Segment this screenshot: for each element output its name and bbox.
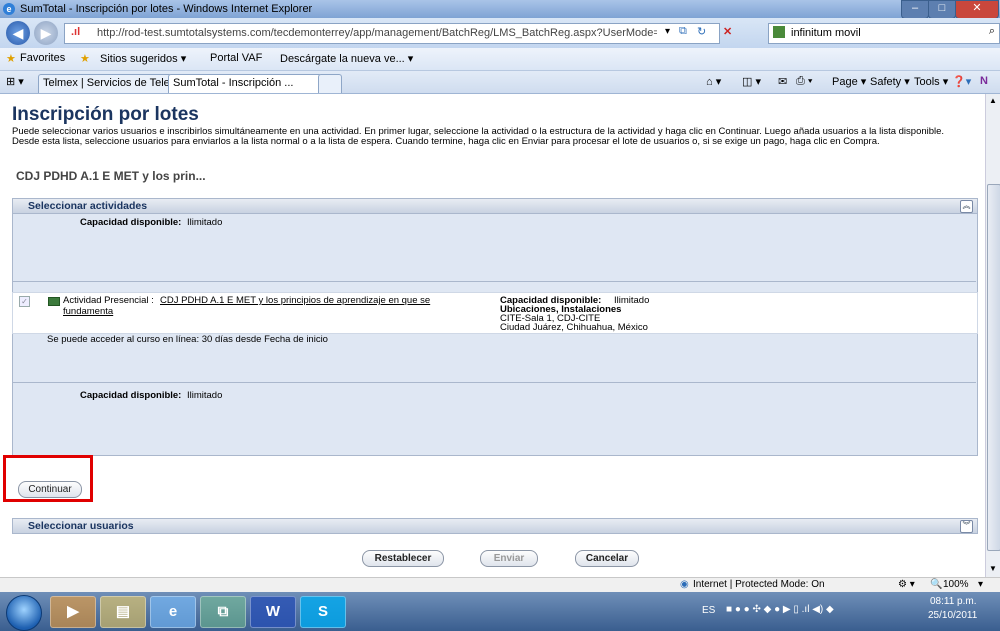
zoom-icon[interactable]: 🔍 — [930, 579, 942, 590]
maximize-button[interactable]: □ — [928, 0, 956, 19]
activities-panel-lower: Capacidad disponible: Ilimitado — [12, 383, 978, 455]
search-text: infinitum movil — [791, 27, 861, 39]
continue-button[interactable]: Continuar — [18, 481, 82, 498]
send-button[interactable]: Enviar — [480, 550, 538, 567]
select-users-label: Seleccionar usuarios — [28, 520, 134, 532]
favorites-bar: ★ Favorites ★ Sitios sugeridos ▾ Portal … — [0, 48, 1000, 71]
address-url: http://rod-test.sumtotalsystems.com/tecd… — [97, 27, 657, 39]
scroll-up-icon[interactable]: ▲ — [989, 96, 997, 105]
search-provider-icon — [773, 26, 785, 38]
compatibility-icon[interactable]: ⧉ — [679, 25, 687, 38]
explorer-folder-icon[interactable]: ▤ — [100, 596, 146, 628]
tab-bar: ⊞ ▾ Telmex | Servicios de Telef... SumTo… — [0, 71, 1000, 94]
select-users-header[interactable]: Seleccionar usuarios ︾ — [12, 518, 978, 534]
window-title: SumTotal - Inscripción por lotes - Windo… — [20, 3, 313, 15]
security-zone[interactable]: Internet | Protected Mode: On — [693, 579, 825, 590]
location-line-2: Ciudad Juárez, Chihuahua, México — [500, 322, 648, 333]
home-icon[interactable]: ⌂ ▾ — [706, 75, 721, 88]
suggested-sites-link[interactable]: Sitios sugeridos ▾ — [100, 52, 186, 65]
media-player-icon[interactable]: ▶ — [50, 596, 96, 628]
address-dropdown-icon[interactable]: ▾ — [665, 26, 670, 37]
back-button[interactable]: ◀ — [6, 21, 30, 45]
tab-sumtotal-label: SumTotal - Inscripción ... — [173, 77, 294, 89]
network-app-icon[interactable]: ⧉ — [200, 596, 246, 628]
tray-icons[interactable]: ■ ● ● ✣ ◆ ● ▶ ▯ .ıl ◀) ◆ — [726, 604, 834, 615]
site-favicon-icon: .ıl — [71, 26, 81, 38]
taskbar: ▶ ▤ e ⧉ W S ES ■ ● ● ✣ ◆ ● ▶ ▯ .ıl ◀) ◆ … — [0, 592, 1000, 631]
select-activities-header[interactable]: Seleccionar actividades ︽ — [12, 198, 978, 214]
ie-logo-icon: e — [3, 3, 15, 15]
stop-icon[interactable]: ✕ — [723, 25, 732, 38]
activity-name-link[interactable]: CDJ PDHD A.1 E MET y los principios de a… — [63, 295, 463, 317]
portal-vaf-link[interactable]: Portal VAF — [210, 52, 262, 64]
scrollbar-thumb[interactable] — [987, 184, 1000, 551]
clock-time[interactable]: 08:11 p.m. — [930, 596, 977, 607]
mail-icon[interactable]: ✉ — [778, 75, 787, 88]
feeds-icon[interactable]: ◫ ▾ — [742, 75, 761, 88]
zone-settings-icon[interactable]: ⚙ ▾ — [898, 579, 915, 590]
tab-sumtotal[interactable]: SumTotal - Inscripción ... — [168, 74, 322, 93]
activity-checkbox[interactable]: ✓ — [19, 296, 30, 307]
capacity-value-2: Ilimitado — [187, 390, 223, 401]
status-bar: ◉ Internet | Protected Mode: On ⚙ ▾ 🔍 10… — [0, 577, 1000, 592]
new-tab-button[interactable] — [318, 74, 342, 93]
page-menu[interactable]: Page ▾ — [832, 75, 866, 88]
vertical-scrollbar[interactable]: ▲ ▼ — [985, 94, 1000, 577]
clock-date[interactable]: 25/10/2011 — [928, 610, 977, 621]
activity-row: ✓ Actividad Presencial : CDJ PDHD A.1 E … — [12, 292, 978, 334]
window-title-bar: e SumTotal - Inscripción por lotes - Win… — [0, 0, 1000, 19]
search-icon[interactable]: ⌕ — [989, 25, 995, 38]
forward-button[interactable]: ▶ — [34, 21, 58, 45]
activity-subtitle: CDJ PDHD A.1 E MET y los prin... — [16, 169, 206, 183]
onenote-icon[interactable]: N — [980, 75, 988, 87]
expand-icon[interactable]: ︾ — [960, 520, 973, 533]
zoom-dropdown-icon[interactable]: ▾ — [978, 579, 983, 590]
tab-telmex[interactable]: Telmex | Servicios de Telef... — [38, 74, 172, 93]
help-icon[interactable]: ❓▾ — [952, 75, 971, 88]
favorites-button[interactable]: Favorites — [20, 52, 65, 64]
word-icon[interactable]: W — [250, 596, 296, 628]
refresh-icon[interactable]: ↻ — [697, 25, 706, 38]
access-note: Se puede acceder al curso en línea: 30 d… — [47, 334, 328, 345]
reset-button[interactable]: Restablecer — [362, 550, 444, 567]
page-content: Inscripción por lotes Puede seleccionar … — [0, 94, 985, 577]
address-field[interactable]: .ıl http://rod-test.sumtotalsystems.com/… — [64, 23, 720, 44]
classroom-activity-icon — [48, 297, 60, 306]
select-activities-label: Seleccionar actividades — [28, 200, 148, 212]
capacity-label-2: Capacidad disponible: — [80, 390, 182, 401]
close-window-button[interactable]: ✕ — [955, 0, 999, 19]
search-field[interactable]: infinitum movil ⌕ — [768, 23, 1000, 44]
address-toolbar: ◀ ▶ .ıl http://rod-test.sumtotalsystems.… — [0, 18, 1000, 48]
cancel-button[interactable]: Cancelar — [575, 550, 639, 567]
page-title: Inscripción por lotes — [12, 104, 199, 125]
capacity-label: Capacidad disponible: — [80, 217, 182, 228]
download-link[interactable]: Descárgate la nueva ve... ▾ — [280, 52, 413, 65]
divider — [12, 455, 978, 456]
divider — [12, 281, 976, 282]
minimize-button[interactable]: – — [901, 0, 929, 19]
start-button[interactable] — [6, 595, 42, 631]
page-intro: Puede seleccionar varios usuarios e insc… — [12, 126, 945, 147]
tools-menu[interactable]: Tools ▾ — [914, 75, 948, 88]
print-icon[interactable]: ⎙ ▾ — [796, 75, 812, 88]
favorites-star-icon: ★ — [6, 53, 16, 65]
quick-tabs-icon[interactable]: ⊞ ▾ — [6, 75, 24, 88]
internet-explorer-icon[interactable]: e — [150, 596, 196, 628]
safety-menu[interactable]: Safety ▾ — [870, 75, 910, 88]
language-indicator[interactable]: ES — [702, 605, 715, 616]
globe-icon: ◉ — [680, 579, 689, 590]
collapse-icon[interactable]: ︽ — [960, 200, 973, 213]
add-favorite-icon[interactable]: ★ — [80, 52, 90, 65]
scroll-down-icon[interactable]: ▼ — [989, 564, 997, 573]
skype-icon[interactable]: S — [300, 596, 346, 628]
capacity-value: Ilimitado — [187, 217, 223, 228]
zoom-level[interactable]: 100% — [943, 579, 969, 590]
